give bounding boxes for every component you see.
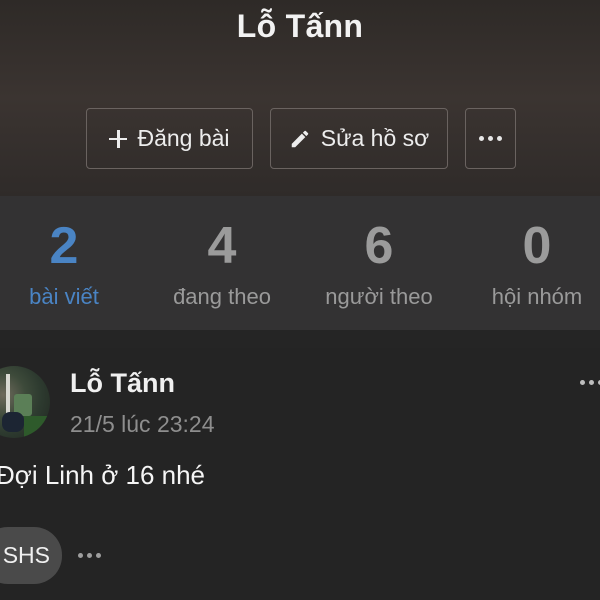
profile-header: Lỗ Tấnn Đăng bài Sửa hồ sơ: [0, 0, 600, 196]
edit-profile-label: Sửa hồ sơ: [320, 125, 430, 151]
post-tag[interactable]: SHS: [0, 527, 62, 584]
stat-posts[interactable]: 2 bài viết: [14, 196, 114, 330]
avatar[interactable]: [0, 366, 50, 438]
stat-groups[interactable]: 0 hội nhóm: [477, 196, 597, 330]
post-more-icon[interactable]: [78, 553, 101, 558]
stat-posts-count: 2: [49, 217, 79, 275]
post-card: Lỗ Tấnn 21/5 lúc 23:24 Đợi Linh ở 16 nhé…: [0, 348, 600, 600]
stat-followers[interactable]: 6 người theo: [313, 196, 445, 330]
more-options-button[interactable]: [465, 108, 516, 169]
stat-followers-label: người theo: [325, 284, 433, 309]
post-timestamp[interactable]: 21/5 lúc 23:24: [70, 411, 215, 438]
stat-posts-label: bài viết: [29, 284, 99, 309]
profile-stats-bar: 2 bài viết 4 đang theo 6 người theo 0 hộ…: [0, 196, 600, 330]
stat-followers-count: 6: [364, 217, 394, 275]
edit-profile-button[interactable]: Sửa hồ sơ: [270, 108, 448, 169]
post-menu-icon[interactable]: [580, 380, 600, 385]
stat-groups-label: hội nhóm: [491, 284, 583, 309]
stat-following-count: 4: [207, 217, 237, 275]
stat-following-label: đang theo: [173, 284, 271, 309]
post-text: Đợi Linh ở 16 nhé: [0, 460, 206, 490]
profile-name: Lỗ Tấnn: [236, 8, 364, 44]
plus-icon: [109, 129, 128, 148]
create-post-button[interactable]: Đăng bài: [86, 108, 253, 169]
stat-groups-count: 0: [522, 217, 552, 275]
post-author-name[interactable]: Lỗ Tấnn: [70, 368, 175, 399]
stat-following[interactable]: 4 đang theo: [157, 196, 287, 330]
pencil-icon: [291, 130, 309, 147]
create-post-label: Đăng bài: [137, 125, 230, 151]
more-horizontal-icon: [479, 136, 502, 141]
